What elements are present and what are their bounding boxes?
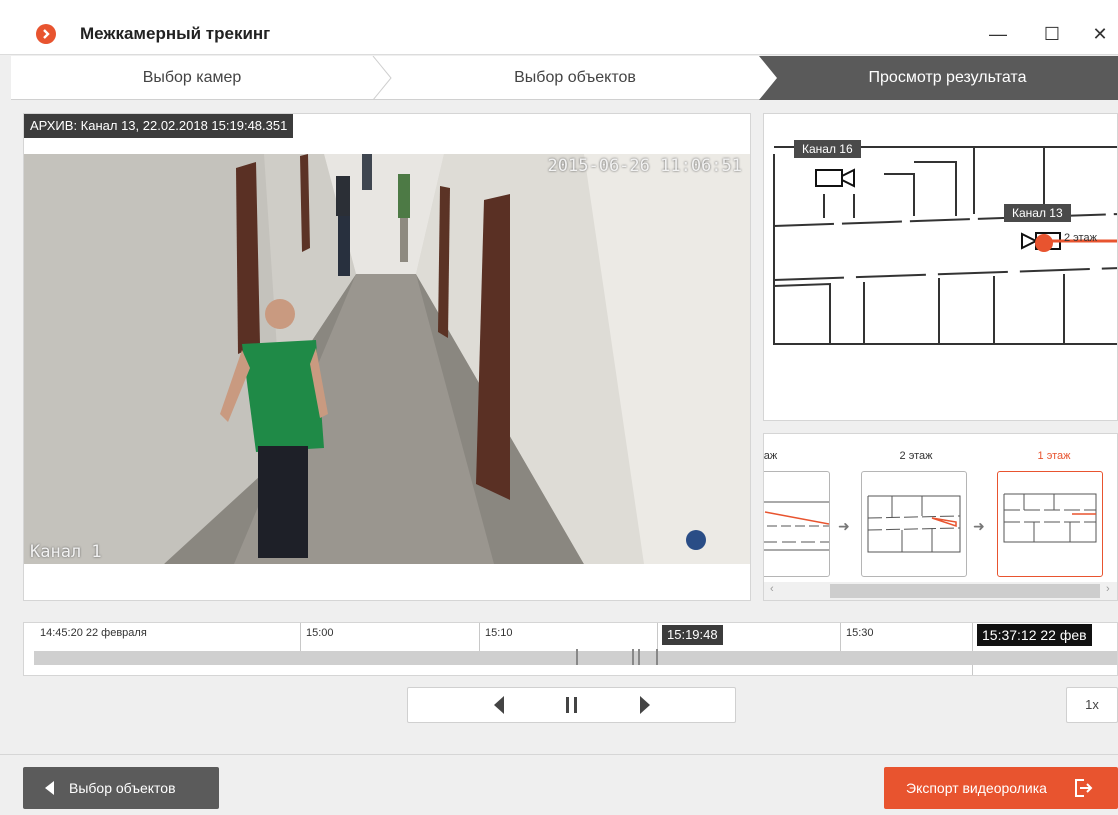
back-button[interactable]: Выбор объектов xyxy=(23,767,219,809)
playback-controls xyxy=(407,687,736,723)
floor-thumb-1[interactable] xyxy=(997,471,1103,577)
step-select-objects[interactable]: Выбор объектов xyxy=(391,56,759,100)
app-logo-icon xyxy=(36,24,56,44)
timeline-tick xyxy=(300,623,301,651)
prev-icon xyxy=(494,696,504,714)
back-button-label: Выбор объектов xyxy=(69,780,176,796)
speed-button[interactable]: 1x xyxy=(1066,687,1118,723)
floor-label-1: 1 этаж xyxy=(1037,450,1071,462)
timeline-start-label: 14:45:20 22 февраля xyxy=(40,627,147,639)
timeline-tick xyxy=(972,623,973,675)
floors-panel: таж 2 этаж 1 этаж ➜ ➜ xyxy=(763,433,1118,601)
close-button[interactable]: ✕ xyxy=(1088,22,1112,46)
camera-tag-16: Канал 16 xyxy=(794,140,861,158)
timeline-marker xyxy=(638,649,640,665)
timeline-current-label: 15:19:48 xyxy=(662,625,723,645)
floors-scrollbar[interactable]: ‹ › xyxy=(764,582,1117,600)
timeline-tick-label: 15:10 xyxy=(485,627,513,639)
archive-label: АРХИВ: Канал 13, 22.02.2018 15:19:48.351 xyxy=(24,114,294,138)
timeline-marker xyxy=(576,649,578,665)
camera-16-icon[interactable] xyxy=(815,168,855,188)
export-icon xyxy=(1075,779,1093,797)
floor-thumb-prev[interactable] xyxy=(764,471,830,577)
scroll-thumb[interactable] xyxy=(830,584,1100,598)
minimize-button[interactable]: — xyxy=(986,22,1010,46)
next-icon xyxy=(640,696,650,714)
timeline-end-label: 15:37:12 22 фев xyxy=(977,624,1092,646)
timeline-tick xyxy=(840,623,841,651)
maximize-button[interactable]: ☐ xyxy=(1040,22,1064,46)
pause-icon xyxy=(566,697,577,713)
export-button[interactable]: Экспорт видеоролика xyxy=(884,767,1118,809)
back-arrow-icon xyxy=(45,781,54,795)
window-title: Межкамерный трекинг xyxy=(80,24,271,43)
chevron-right-icon[interactable]: › xyxy=(1106,583,1110,595)
video-timestamp-overlay: 2015-06-26 11:06:51 xyxy=(547,156,742,176)
timeline-tick xyxy=(479,623,480,651)
floor-label-prev: таж xyxy=(763,450,778,462)
timeline-tick-label: 15:30 xyxy=(846,627,874,639)
export-button-label: Экспорт видеоролика xyxy=(906,780,1047,796)
camera-tag-13: Канал 13 xyxy=(1004,204,1071,222)
prev-button[interactable] xyxy=(480,688,520,722)
video-panel: АРХИВ: Канал 13, 22.02.2018 15:19:48.351 xyxy=(23,113,751,601)
video-frame[interactable]: 2015-06-26 11:06:51 Канал 1 xyxy=(24,154,750,564)
step-select-cameras[interactable]: Выбор камер xyxy=(11,56,373,100)
floor-arrow-icon: ➜ xyxy=(838,518,850,534)
floor-thumb-2[interactable] xyxy=(861,471,967,577)
pause-button[interactable] xyxy=(552,688,592,722)
wizard-steps: Выбор камер Выбор объектов Просмотр резу… xyxy=(11,56,1118,100)
step-view-result[interactable]: Просмотр результата xyxy=(777,56,1118,100)
timeline-tick-label: 15:00 xyxy=(306,627,334,639)
floor-label-2: 2 этаж xyxy=(899,450,933,462)
footer-divider xyxy=(0,754,1118,755)
camera-13-floor-label: 2 этаж xyxy=(1064,232,1097,244)
chevron-left-icon[interactable]: ‹ xyxy=(770,583,774,595)
timeline[interactable]: 14:45:20 22 февраля 15:00 15:10 15:19:48… xyxy=(23,622,1118,676)
floor-map-panel[interactable]: Канал 16 Канал 13 2 этаж xyxy=(763,113,1118,421)
floor-arrow-icon: ➜ xyxy=(973,518,985,534)
video-channel-overlay: Канал 1 xyxy=(30,542,102,562)
timeline-playhead[interactable] xyxy=(656,649,658,665)
next-button[interactable] xyxy=(624,688,664,722)
timeline-tick xyxy=(657,623,658,651)
title-bar: Межкамерный трекинг — ☐ ✕ xyxy=(0,0,1118,55)
floor-map xyxy=(773,146,1117,345)
timeline-marker xyxy=(632,649,634,665)
